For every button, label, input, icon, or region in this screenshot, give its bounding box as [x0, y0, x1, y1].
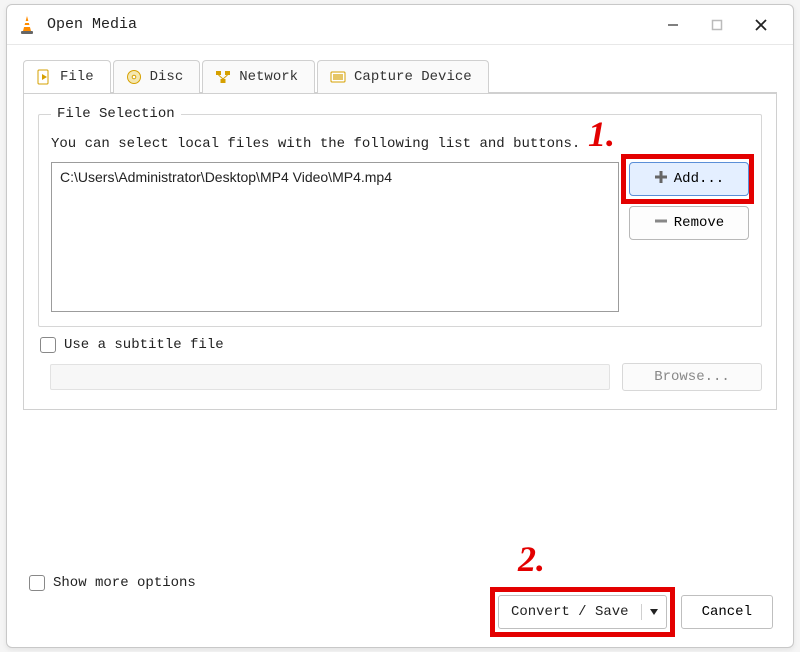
- tab-network[interactable]: Network: [202, 60, 315, 93]
- disc-icon: [126, 69, 142, 85]
- vlc-cone-icon: [17, 15, 37, 35]
- browse-button[interactable]: Browse...: [622, 363, 762, 391]
- tab-capture-label: Capture Device: [354, 69, 472, 85]
- file-selection-group: File Selection You can select local file…: [38, 106, 762, 327]
- maximize-button[interactable]: [695, 9, 739, 41]
- cancel-button[interactable]: Cancel: [681, 595, 773, 629]
- plus-icon: [654, 170, 668, 189]
- subtitle-checkbox[interactable]: [40, 337, 56, 353]
- annotation-label-2: 2.: [518, 541, 545, 577]
- subtitle-checkbox-label: Use a subtitle file: [64, 337, 224, 353]
- add-button-label: Add...: [674, 171, 724, 187]
- titlebar: Open Media: [7, 5, 793, 45]
- minimize-button[interactable]: [651, 9, 695, 41]
- add-button[interactable]: Add...: [629, 162, 749, 196]
- tab-bar: File Disc Network Capture Device: [23, 59, 777, 93]
- dropdown-caret-icon[interactable]: [642, 607, 666, 617]
- content-area: File Disc Network Capture Device: [7, 45, 793, 647]
- tab-file-label: File: [60, 69, 94, 85]
- convert-save-label: Convert / Save: [499, 604, 642, 620]
- subtitle-path-field: [50, 364, 610, 390]
- capture-icon: [330, 69, 346, 85]
- open-media-window: Open Media File Disc: [6, 4, 794, 648]
- file-icon: [36, 69, 52, 85]
- window-title: Open Media: [47, 16, 137, 33]
- file-list-item[interactable]: C:\Users\Administrator\Desktop\MP4 Video…: [60, 169, 610, 185]
- show-more-options-checkbox[interactable]: [29, 575, 45, 591]
- tab-disc[interactable]: Disc: [113, 60, 201, 93]
- remove-button[interactable]: Remove: [629, 206, 749, 240]
- network-icon: [215, 69, 231, 85]
- minus-icon: [654, 214, 668, 233]
- show-more-options-label: Show more options: [53, 575, 196, 591]
- file-selection-hint: You can select local files with the foll…: [51, 136, 749, 152]
- tab-network-label: Network: [239, 69, 298, 85]
- close-button[interactable]: [739, 9, 783, 41]
- file-tab-pane: File Selection You can select local file…: [23, 93, 777, 410]
- file-selection-legend: File Selection: [51, 106, 181, 122]
- file-list[interactable]: C:\Users\Administrator\Desktop\MP4 Video…: [51, 162, 619, 312]
- tab-disc-label: Disc: [150, 69, 184, 85]
- tab-capture[interactable]: Capture Device: [317, 60, 489, 93]
- convert-save-button[interactable]: Convert / Save: [498, 595, 667, 629]
- remove-button-label: Remove: [674, 215, 724, 231]
- tab-file[interactable]: File: [23, 60, 111, 93]
